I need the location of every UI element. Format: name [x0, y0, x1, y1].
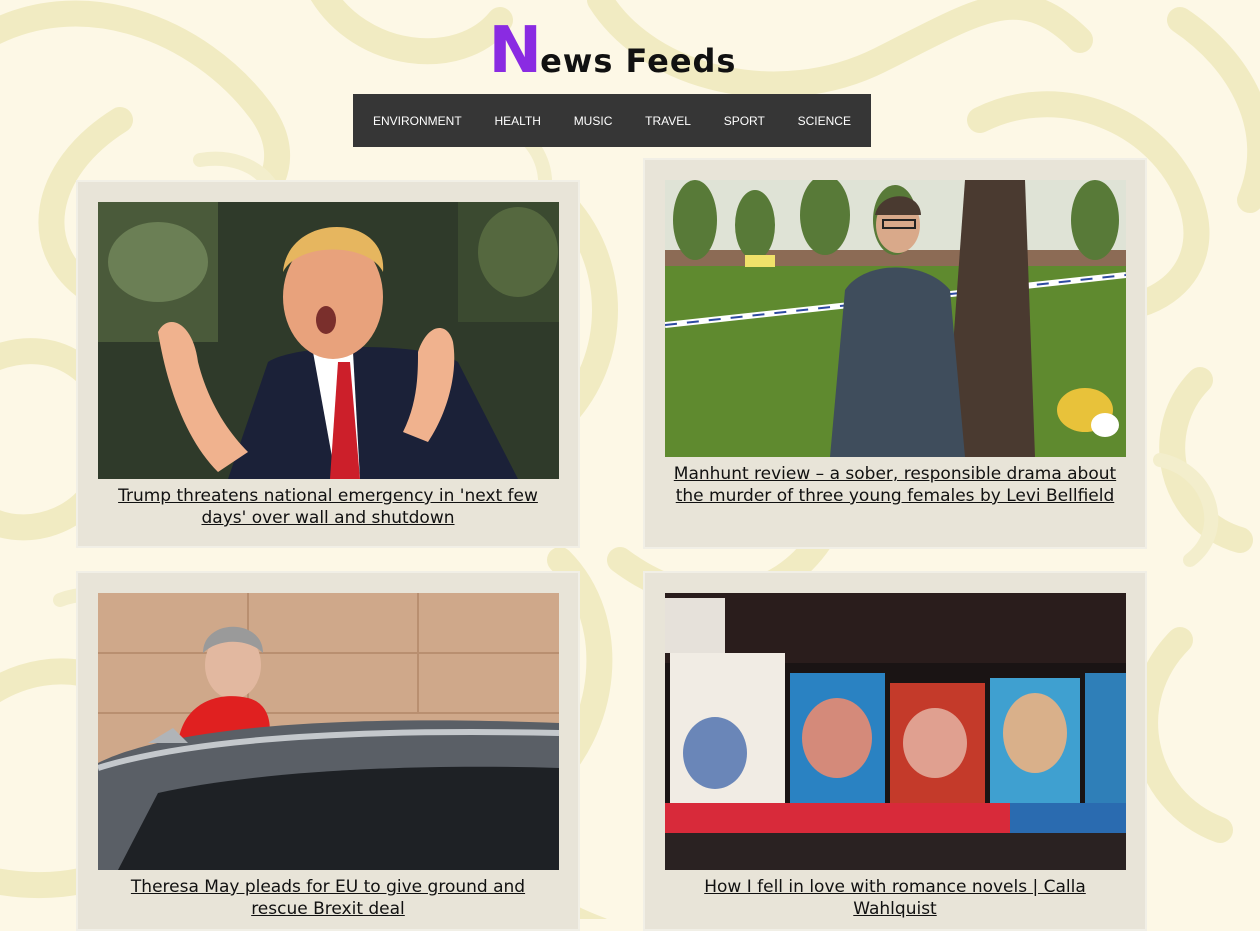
- article-headline-link[interactable]: How I fell in love with romance novels |…: [669, 876, 1121, 920]
- site-logo[interactable]: News Feeds: [489, 14, 737, 88]
- news-card: How I fell in love with romance novels |…: [643, 571, 1147, 931]
- nav-item-music[interactable]: MUSIC: [574, 114, 613, 128]
- news-card: Trump threatens national emergency in 'n…: [76, 180, 580, 548]
- news-card: Theresa May pleads for EU to give ground…: [76, 571, 580, 931]
- nav-item-science[interactable]: SCIENCE: [798, 114, 851, 128]
- article-headline-link[interactable]: Trump threatens national emergency in 'n…: [102, 485, 554, 529]
- logo-initial: N: [488, 14, 543, 88]
- site-header: News Feeds: [0, 14, 1225, 88]
- detective-by-tree-photo[interactable]: [664, 180, 1126, 457]
- news-card: Manhunt review – a sober, responsible dr…: [643, 158, 1147, 549]
- nav-item-health[interactable]: HEALTH: [494, 114, 540, 128]
- nav-item-sport[interactable]: SPORT: [724, 114, 765, 128]
- trump-speaking-photo[interactable]: [97, 202, 559, 479]
- theresa-may-car-photo[interactable]: [97, 593, 559, 870]
- logo-text: ews Feeds: [540, 42, 737, 80]
- article-headline-link[interactable]: Theresa May pleads for EU to give ground…: [102, 876, 554, 920]
- romance-novels-shelf-photo[interactable]: [664, 593, 1126, 870]
- nav-item-travel[interactable]: TRAVEL: [645, 114, 691, 128]
- nav-item-environment[interactable]: ENVIRONMENT: [373, 114, 462, 128]
- category-nav: ENVIRONMENT HEALTH MUSIC TRAVEL SPORT SC…: [353, 94, 871, 147]
- article-headline-link[interactable]: Manhunt review – a sober, responsible dr…: [669, 463, 1121, 507]
